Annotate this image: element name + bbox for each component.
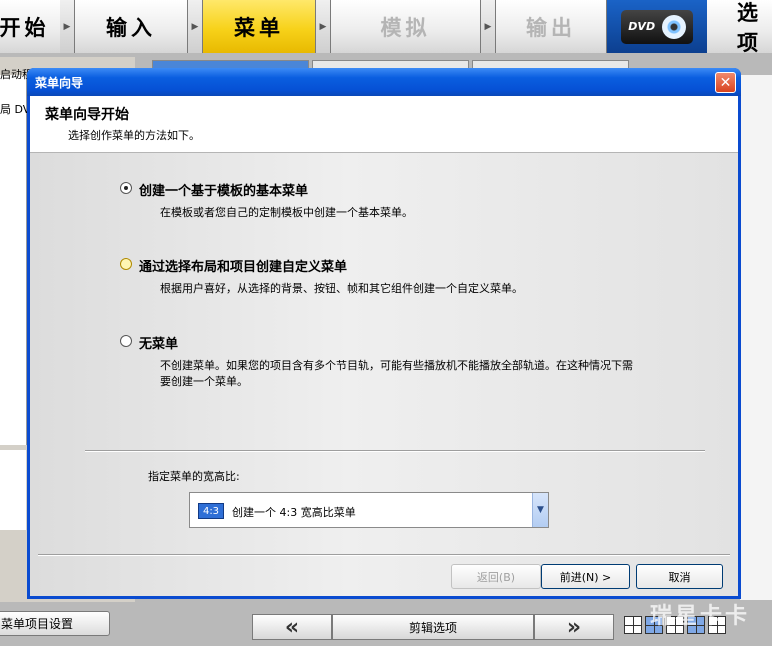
menu-wizard-dialog: 菜单向导 ✕ 菜单向导开始 选择创作菜单的方法如下。 创建一个基于模板的基本菜单… [27,68,741,599]
dvd-output-tab[interactable]: DVD [607,0,707,53]
step-start[interactable]: 开始 [0,0,62,53]
step-menu[interactable]: 菜单 [203,0,316,53]
wizard-header: 菜单向导开始 选择创作菜单的方法如下。 [30,96,738,153]
close-icon: ✕ [719,74,732,91]
edit-options-button[interactable]: 剪辑选项 [332,614,534,640]
radio-button[interactable] [120,258,132,270]
next-step-button[interactable]: 前进(N) > [541,564,630,589]
step-arrow-icon: ▶ [481,0,496,53]
aspect-ratio-select[interactable]: 4:3 创建一个 4:3 宽高比菜单 ▼ [189,492,549,528]
divider [85,450,705,452]
cancel-button[interactable]: 取消 [636,564,723,589]
left-list-lower[interactable] [0,450,26,530]
aspect-ratio-label: 指定菜单的宽高比: [148,470,240,483]
step-arrow-icon: ▶ [316,0,331,53]
disc-icon [661,14,686,39]
step-output[interactable]: 输出 [496,0,607,53]
dvd-logo-text: DVD [628,20,656,33]
dialog-body: 菜单向导开始 选择创作菜单的方法如下。 创建一个基于模板的基本菜单 在模板或者您… [30,96,738,596]
step-simulate[interactable]: 模拟 [331,0,481,53]
background-preview-area [740,75,772,600]
radio-button[interactable] [120,335,132,347]
dialog-titlebar[interactable]: 菜单向导 ✕ [27,68,741,96]
clip-navigation-bar: « 剪辑选项 » [252,614,614,640]
watermark: 瑞星卡卡 [650,604,751,629]
option-description: 不创建菜单。如果您的项目含有多个节目轨，可能有些播放机不能播放全部轨道。在这种情… [160,359,633,388]
dvd-disc-icon: DVD [621,9,693,44]
option-label[interactable]: 无菜单 [139,333,178,352]
workflow-step-bar: 开始 ▶ 输入 ▶ 菜单 ▶ 模拟 ▶ 输出 DVD 选项 [0,0,772,55]
chevron-down-icon[interactable]: ▼ [532,493,548,527]
step-input[interactable]: 输入 [75,0,188,53]
option-label[interactable]: 创建一个基于模板的基本菜单 [139,180,308,199]
step-options[interactable]: 选项 [707,0,772,55]
option-label[interactable]: 通过选择布局和项目创建自定义菜单 [139,256,347,275]
option-description: 根据用户喜好，从选择的背景、按钮、帧和其它组件创建一个自定义菜单。 [160,282,523,295]
left-list[interactable] [0,75,27,445]
back-button[interactable]: 返回(B) [451,564,541,589]
previous-button[interactable]: « [252,614,332,640]
aspect-ratio-value: 创建一个 4:3 宽高比菜单 [232,506,356,519]
step-arrow-icon: ▶ [60,0,75,53]
grid-view-icon[interactable] [624,616,642,634]
wizard-header-title: 菜单向导开始 [45,107,129,123]
close-button[interactable]: ✕ [715,72,736,93]
step-arrow-icon: ▶ [188,0,203,53]
option-description: 在模板或者您自己的定制模板中创建一个基本菜单。 [160,206,413,219]
radio-button[interactable] [120,182,132,194]
aspect-ratio-icon: 4:3 [198,503,224,519]
dialog-title: 菜单向导 [35,76,84,90]
divider [38,554,730,556]
menu-item-settings-button[interactable]: 菜单项目设置 [0,611,110,636]
wizard-header-subtitle: 选择创作菜单的方法如下。 [68,129,200,142]
next-button[interactable]: » [534,614,614,640]
